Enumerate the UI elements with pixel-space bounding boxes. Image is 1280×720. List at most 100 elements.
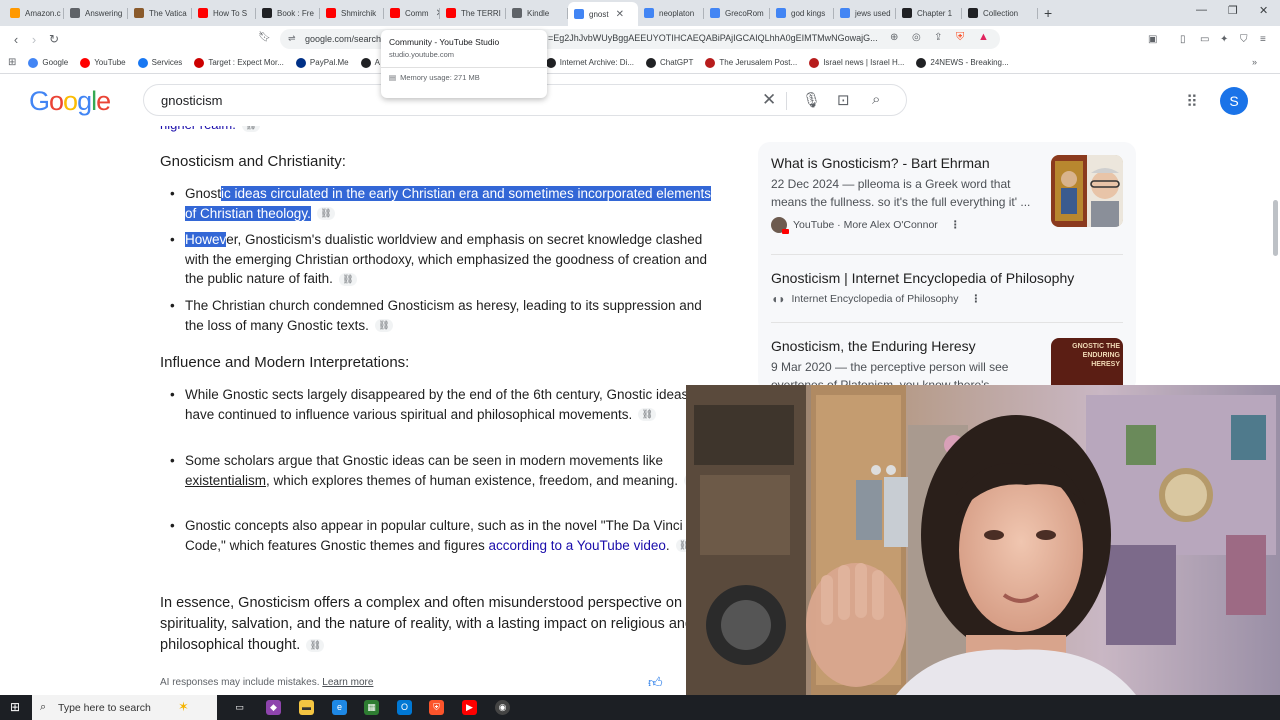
bookmarks-overflow-icon[interactable]: » bbox=[1252, 57, 1257, 67]
browser-tab[interactable]: neoplaton bbox=[638, 2, 704, 24]
source-card[interactable]: What is Gnosticism? - Bart Ehrman 22 Dec… bbox=[771, 155, 1041, 234]
list-item: Some scholars argue that Gnostic ideas c… bbox=[170, 451, 715, 490]
bookmark-label: Target : Expect Mor... bbox=[208, 58, 284, 67]
browser-tab[interactable]: GrecoRom bbox=[704, 2, 770, 24]
extensions-icon[interactable]: ✦ bbox=[1220, 34, 1228, 45]
zoom-icon[interactable]: ⊕ bbox=[890, 32, 898, 43]
reload-icon[interactable]: ↻ bbox=[44, 32, 64, 46]
more-options-icon[interactable]: ⋮ bbox=[970, 293, 981, 305]
menu-icon[interactable]: ≡ bbox=[1260, 34, 1266, 45]
file-explorer-icon[interactable]: ▬ bbox=[299, 700, 314, 715]
bookmark-item[interactable]: A bbox=[360, 57, 380, 68]
bookmark-item[interactable]: The Jerusalem Post... bbox=[705, 57, 797, 68]
browser-tab[interactable]: The TERRI bbox=[440, 2, 506, 24]
minimize-icon[interactable]: — bbox=[1196, 4, 1207, 16]
google-logo[interactable]: Google bbox=[29, 86, 111, 117]
back-icon[interactable]: ‹ bbox=[6, 32, 26, 47]
bookmark-item[interactable]: Services bbox=[137, 57, 182, 68]
forward-icon[interactable]: › bbox=[24, 32, 44, 47]
citation-link-icon[interactable]: ⛓ bbox=[338, 272, 357, 286]
store-icon[interactable]: ▦ bbox=[364, 700, 379, 715]
windows-start-icon[interactable]: ⊞ bbox=[10, 700, 20, 714]
share-icon[interactable]: ⇪ bbox=[934, 32, 942, 43]
citation-link-icon[interactable]: ⛓ bbox=[374, 319, 393, 333]
brave-taskbar-icon[interactable]: ⛨ bbox=[429, 700, 444, 715]
bookmark-item[interactable]: Target : Expect Mor... bbox=[194, 57, 284, 68]
source-title[interactable]: Gnosticism, the Enduring Heresy bbox=[771, 338, 1041, 354]
list-text: While Gnostic sects largely disappeared … bbox=[185, 387, 689, 422]
learn-more-link[interactable]: Learn more bbox=[322, 677, 373, 688]
tab-favicon-icon bbox=[644, 8, 654, 18]
browser-tab[interactable]: Book : Fre bbox=[256, 2, 320, 24]
search-icon[interactable]: ⌕ bbox=[872, 91, 880, 108]
browser-tab[interactable]: gnost ✕ bbox=[568, 2, 638, 26]
outlook-icon[interactable]: O bbox=[397, 700, 412, 715]
source-title[interactable]: What is Gnosticism? - Bart Ehrman bbox=[771, 155, 1041, 171]
clear-search-icon[interactable]: ✕ bbox=[762, 90, 776, 110]
source-title[interactable]: Gnosticism | Internet Encyclopedia of Ph… bbox=[771, 270, 1074, 286]
wallet-icon[interactable]: ▭ bbox=[1200, 34, 1209, 45]
tab-favicon-icon bbox=[776, 8, 786, 18]
citation-link-icon[interactable]: ⛓ bbox=[638, 408, 657, 422]
browser-tab[interactable]: god kings bbox=[770, 2, 834, 24]
brave-rewards-icon[interactable]: ▲ bbox=[978, 31, 989, 43]
youtube-video-link[interactable]: according to a YouTube video bbox=[488, 538, 665, 553]
source-card[interactable]: Gnosticism | Internet Encyclopedia of Ph… bbox=[771, 270, 1074, 306]
close-window-icon[interactable]: ✕ bbox=[1259, 4, 1268, 17]
source-meta: YouTube · More Alex O'Connor ⋮ bbox=[771, 217, 1041, 234]
search-input[interactable]: gnosticism bbox=[161, 93, 222, 108]
voice-search-icon[interactable]: 🎙︎ bbox=[802, 91, 821, 109]
browser-tab[interactable]: Answering bbox=[64, 2, 128, 24]
taskbar-search-box[interactable]: ⌕ Type here to search ✶ bbox=[32, 695, 217, 720]
bookmark-icon[interactable]: 🔖︎ bbox=[258, 32, 271, 43]
browser-tab[interactable]: jews used bbox=[834, 2, 896, 24]
citation-link-icon[interactable]: ⛓ bbox=[316, 207, 335, 221]
bookmark-item[interactable]: 24NEWS - Breaking... bbox=[916, 57, 1009, 68]
image-search-icon[interactable]: ⊡ bbox=[837, 91, 850, 109]
list-text: . bbox=[665, 537, 670, 553]
page-scrollbar[interactable] bbox=[1270, 125, 1280, 385]
account-avatar[interactable]: S bbox=[1220, 87, 1248, 115]
bookmark-item[interactable]: YouTube bbox=[80, 57, 126, 68]
bookmark-label: Internet Archive: Di... bbox=[559, 58, 635, 67]
scrollbar-thumb[interactable] bbox=[1273, 200, 1278, 256]
panel-icon[interactable]: ▯ bbox=[1180, 34, 1186, 45]
bookmark-item[interactable]: Internet Archive: Di... bbox=[545, 57, 635, 68]
bookmark-item[interactable]: ChatGPT bbox=[646, 57, 693, 68]
site-info-icon[interactable]: ⇌ bbox=[288, 33, 296, 44]
vpn-icon[interactable]: ⛉ bbox=[1240, 34, 1248, 45]
citation-link-icon[interactable]: ⛓ bbox=[306, 638, 325, 652]
source-thumbnail[interactable] bbox=[1051, 155, 1123, 227]
more-options-icon[interactable]: ⋮ bbox=[950, 219, 961, 231]
apps-grid-icon[interactable]: ⊞ bbox=[8, 57, 16, 68]
brave-shield-icon[interactable]: ⛨ bbox=[956, 31, 964, 44]
browser-tab[interactable]: How To S bbox=[192, 2, 256, 24]
logo-letter: o bbox=[63, 86, 78, 116]
bookmark-item[interactable]: Israel news | Israel H... bbox=[809, 57, 904, 68]
selected-text: ic ideas circulated in the early Christi… bbox=[185, 186, 712, 221]
new-tab-button[interactable]: + bbox=[1044, 5, 1052, 21]
youtube-taskbar-icon[interactable]: ▶ bbox=[462, 700, 477, 715]
browser-tab[interactable]: Amazon.c bbox=[4, 2, 64, 24]
bookmark-item[interactable]: PayPal.Me bbox=[295, 57, 349, 68]
browser-tab[interactable]: Comm ✕ bbox=[384, 2, 440, 24]
browser-tab[interactable]: Chapter 1 bbox=[896, 2, 962, 24]
bookmark-item[interactable]: Google bbox=[28, 57, 68, 68]
browser-tab[interactable]: Collection bbox=[962, 2, 1038, 24]
copilot-icon[interactable]: ◆ bbox=[266, 700, 281, 715]
browser-tab[interactable]: The Vatica bbox=[128, 2, 192, 24]
task-view-icon[interactable]: ▭ bbox=[232, 700, 247, 715]
tab-favicon-icon bbox=[390, 8, 400, 18]
browser-tab[interactable]: Kindle bbox=[506, 2, 568, 24]
sidebar-icon[interactable]: ▣ bbox=[1148, 34, 1157, 45]
google-apps-icon[interactable]: ⠿ bbox=[1186, 92, 1198, 112]
restore-icon[interactable]: ❐ bbox=[1228, 4, 1238, 17]
close-tab-icon[interactable]: ✕ bbox=[616, 9, 624, 20]
browser-tab[interactable]: Shmirchik bbox=[320, 2, 384, 24]
obs-icon[interactable]: ◉ bbox=[495, 700, 510, 715]
existentialism-link[interactable]: existentialism bbox=[185, 473, 266, 488]
tab-title: neoplaton bbox=[659, 8, 695, 18]
thumbs-up-icon[interactable]: 👍︎ bbox=[648, 674, 663, 691]
lens-icon[interactable]: ◎ bbox=[912, 32, 921, 43]
edge-icon[interactable]: e bbox=[332, 700, 347, 715]
